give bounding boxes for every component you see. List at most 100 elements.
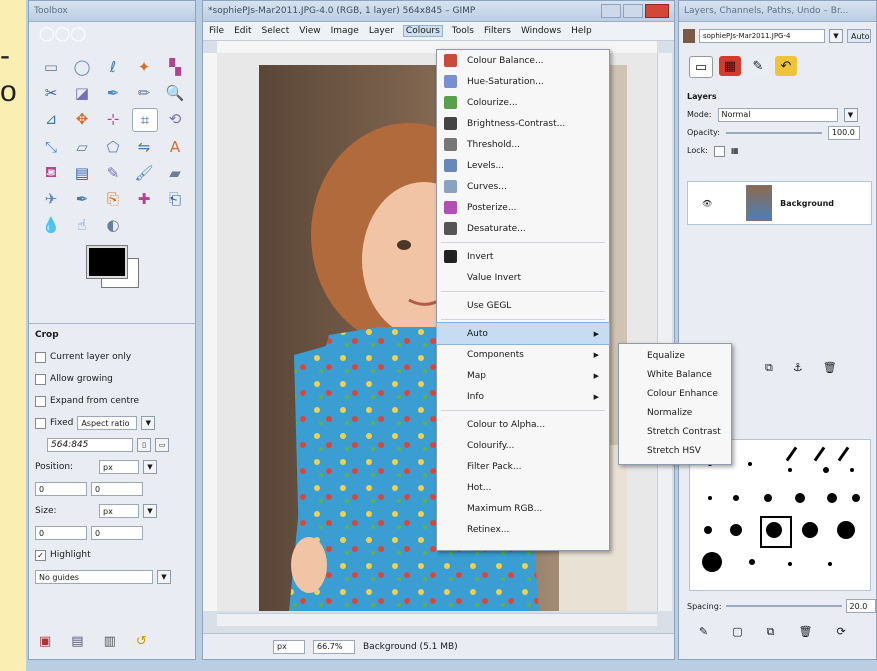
layers-tab-icon[interactable]: ▭ bbox=[689, 56, 713, 78]
menu-file[interactable]: File bbox=[209, 26, 224, 36]
chevron-down-icon[interactable]: ▼ bbox=[143, 460, 157, 474]
menu-colours[interactable]: Colours bbox=[402, 25, 443, 37]
perspective-clone-icon[interactable]: ⎗ bbox=[163, 188, 187, 210]
checkbox[interactable] bbox=[35, 351, 46, 363]
brush-preset[interactable] bbox=[788, 562, 792, 566]
menu-item-value-invert[interactable]: Value Invert bbox=[437, 267, 609, 288]
reset-options-icon[interactable]: ↺ bbox=[136, 634, 147, 649]
scissors-icon[interactable]: ✂ bbox=[39, 82, 63, 104]
menu-item-stretch-hsv[interactable]: Stretch HSV bbox=[619, 441, 731, 460]
checkbox-checked[interactable]: ✓ bbox=[35, 549, 46, 561]
menu-item-map[interactable]: Map ▶ bbox=[437, 365, 609, 386]
highlight-option[interactable]: ✓ Highlight bbox=[35, 544, 195, 566]
menu-item-colour-to-alpha[interactable]: Colour to Alpha... bbox=[437, 414, 609, 435]
layer-item[interactable]: 👁 Background bbox=[687, 181, 872, 225]
spacing-slider[interactable] bbox=[725, 605, 842, 607]
chevron-down-icon[interactable]: ▼ bbox=[829, 29, 843, 43]
heal-icon[interactable]: ✚ bbox=[132, 188, 156, 210]
foreground-select-icon[interactable]: ◪ bbox=[70, 82, 94, 104]
menu-item-colour-enhance[interactable]: Colour Enhance bbox=[619, 384, 731, 403]
vertical-scrollbar[interactable] bbox=[657, 53, 672, 611]
brush-preset[interactable] bbox=[748, 462, 752, 466]
scale-icon[interactable]: ⤡ bbox=[39, 136, 63, 158]
chevron-down-icon[interactable]: ▼ bbox=[843, 108, 858, 122]
duplicate-brush-icon[interactable]: ⧉ bbox=[767, 625, 775, 639]
spacing-field[interactable]: 20.0 bbox=[845, 599, 876, 613]
new-brush-icon[interactable]: ▢ bbox=[732, 625, 742, 639]
align-icon[interactable]: ⊹ bbox=[101, 108, 125, 130]
brush-preset[interactable] bbox=[788, 468, 792, 472]
rotate-icon[interactable]: ⟲ bbox=[163, 108, 187, 130]
guides-select[interactable]: No guides bbox=[35, 570, 153, 584]
brush-stroke-preset[interactable] bbox=[813, 446, 826, 462]
perspective-icon[interactable]: ⬠ bbox=[101, 136, 125, 158]
undo-tab-icon[interactable]: ↶ bbox=[775, 56, 797, 76]
landscape-icon[interactable]: ▭ bbox=[155, 438, 169, 452]
ellipse-select-icon[interactable]: ◯ bbox=[70, 56, 94, 78]
menu-item-levels[interactable]: Levels... bbox=[437, 155, 609, 176]
menu-item-use-gegl[interactable]: Use GEGL bbox=[437, 295, 609, 316]
smudge-icon[interactable]: ☝ bbox=[70, 214, 94, 236]
brush-stroke-preset[interactable] bbox=[785, 446, 798, 462]
brush-preset[interactable] bbox=[764, 494, 772, 502]
position-unit-select[interactable]: px bbox=[99, 460, 139, 474]
brush-preset[interactable] bbox=[837, 521, 855, 539]
menu-windows[interactable]: Windows bbox=[521, 26, 561, 36]
refresh-brushes-icon[interactable]: ⟳ bbox=[836, 625, 845, 639]
menu-item-colour-balance[interactable]: Colour Balance... bbox=[437, 50, 609, 71]
rect-select-icon[interactable]: ▭ bbox=[39, 56, 63, 78]
brush-preset[interactable] bbox=[852, 494, 860, 502]
eye-icon[interactable]: 👁 bbox=[702, 199, 712, 208]
menu-item-filter-pack[interactable]: Filter Pack... bbox=[437, 456, 609, 477]
move-icon[interactable]: ✥ bbox=[70, 108, 94, 130]
brush-preset[interactable] bbox=[795, 493, 805, 503]
measure-icon[interactable]: ⊿ bbox=[39, 108, 63, 130]
brush-preset[interactable] bbox=[823, 467, 829, 473]
text-icon[interactable]: A bbox=[163, 136, 187, 158]
menu-help[interactable]: Help bbox=[571, 26, 592, 36]
brush-preset[interactable] bbox=[828, 562, 832, 566]
menu-item-retinex[interactable]: Retinex... bbox=[437, 519, 609, 540]
menu-item-brightness-contrast[interactable]: Brightness-Contrast... bbox=[437, 113, 609, 134]
lock-pixels-checkbox[interactable] bbox=[713, 145, 725, 157]
paths-tab-icon[interactable]: ✎ bbox=[747, 56, 769, 76]
restore-options-icon[interactable]: ▤ bbox=[71, 634, 83, 649]
maximize-icon[interactable] bbox=[623, 4, 643, 18]
blend-icon[interactable]: ▤ bbox=[70, 162, 94, 184]
zoom-icon[interactable]: 🔍 bbox=[163, 82, 187, 104]
checkbox[interactable] bbox=[35, 417, 46, 429]
fixed-select[interactable]: Aspect ratio bbox=[77, 416, 138, 430]
menu-item-white-balance[interactable]: White Balance bbox=[619, 365, 731, 384]
fuzzy-select-icon[interactable]: ✦ bbox=[132, 56, 156, 78]
opacity-field[interactable]: 100.0 bbox=[827, 126, 860, 140]
menu-item-invert[interactable]: Invert bbox=[437, 246, 609, 267]
pencil-icon[interactable]: ✎ bbox=[101, 162, 125, 184]
paths-icon[interactable]: ✒ bbox=[101, 82, 125, 104]
menu-image[interactable]: Image bbox=[331, 26, 359, 36]
brush-preset[interactable] bbox=[704, 526, 712, 534]
menu-tools[interactable]: Tools bbox=[452, 26, 474, 36]
paintbrush-icon[interactable]: 🖌 bbox=[132, 162, 156, 184]
menu-item-colourify[interactable]: Colourify... bbox=[437, 435, 609, 456]
save-options-icon[interactable]: ▣ bbox=[39, 634, 51, 649]
brush-preset[interactable] bbox=[749, 559, 755, 565]
color-select-icon[interactable]: ▚ bbox=[163, 56, 187, 78]
close-icon[interactable] bbox=[645, 4, 669, 18]
zoom-select[interactable]: 66.7% bbox=[313, 639, 355, 654]
menu-item-equalize[interactable]: Equalize bbox=[619, 346, 731, 365]
menu-edit[interactable]: Edit bbox=[234, 26, 251, 36]
blur-icon[interactable]: 💧 bbox=[39, 214, 63, 236]
ink-icon[interactable]: ✒ bbox=[70, 188, 94, 210]
dodge-burn-icon[interactable]: ◐ bbox=[101, 214, 125, 236]
foreground-color-swatch[interactable] bbox=[86, 245, 128, 279]
mode-select[interactable]: Normal bbox=[717, 108, 838, 122]
bucket-fill-icon[interactable]: ⛾ bbox=[39, 162, 63, 184]
menu-item-posterize[interactable]: Posterize... bbox=[437, 197, 609, 218]
brush-stroke-preset[interactable] bbox=[837, 446, 850, 462]
chevron-down-icon[interactable]: ▼ bbox=[143, 504, 157, 518]
opacity-slider[interactable] bbox=[725, 132, 822, 134]
menu-item-normalize[interactable]: Normalize bbox=[619, 403, 731, 422]
delete-options-icon[interactable]: ▥ bbox=[104, 634, 116, 649]
chevron-down-icon[interactable]: ▼ bbox=[141, 416, 156, 430]
menu-item-desaturate[interactable]: Desaturate... bbox=[437, 218, 609, 239]
